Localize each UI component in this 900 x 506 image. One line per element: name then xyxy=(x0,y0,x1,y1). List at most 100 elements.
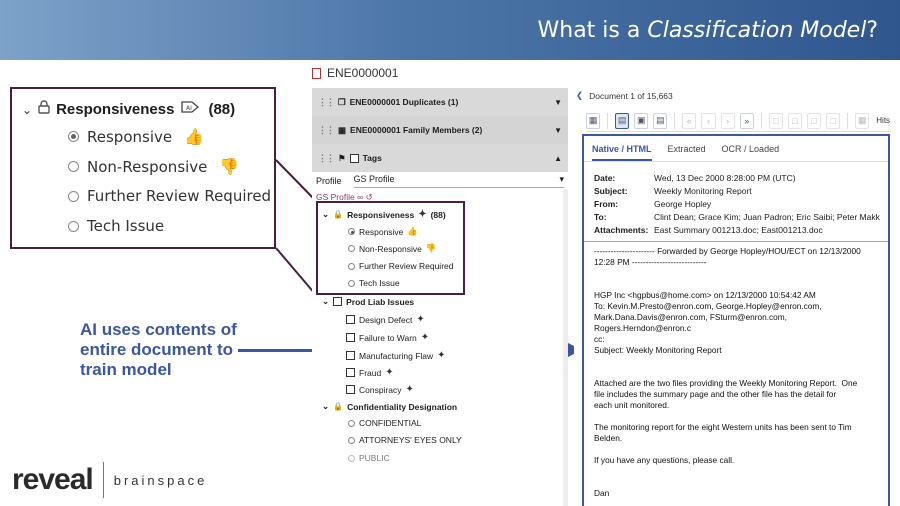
page-icon[interactable]: □ xyxy=(787,112,802,129)
radio-responsive[interactable] xyxy=(68,131,79,142)
chevron-down-icon[interactable]: ⌄ xyxy=(322,209,329,220)
option-responsive[interactable]: Responsive 👍 xyxy=(68,127,204,146)
prev-page-icon[interactable]: ‹ xyxy=(701,112,716,129)
ai-tag-icon: AI xyxy=(180,99,202,120)
radio-public[interactable] xyxy=(348,454,355,462)
checkbox[interactable] xyxy=(346,315,355,324)
annotation-text: AI uses contents of entire document to t… xyxy=(80,320,237,379)
checkbox[interactable] xyxy=(346,333,355,342)
view-tabs: Native / HTML Extracted OCR / Loaded xyxy=(584,136,888,162)
tab-extracted[interactable]: Extracted xyxy=(668,144,706,161)
reveal-brainspace-logo: reveal brainspace xyxy=(12,462,207,498)
duplicates-section[interactable]: ⋮⋮ ❐ ENE0000001 Duplicates (1) ▼ xyxy=(312,88,568,116)
logo-brainspace: brainspace xyxy=(113,472,208,488)
svg-text:AI: AI xyxy=(186,105,192,112)
option-label: CONFIDENTIAL xyxy=(359,418,422,428)
tags-section[interactable]: ⋮⋮ ⚑ Tags ▲ xyxy=(312,144,568,172)
grid-icon[interactable]: ▦ xyxy=(855,112,870,129)
resp-option-tech-issue[interactable]: Tech Issue xyxy=(348,278,400,288)
radio-aeo[interactable] xyxy=(348,436,355,444)
meta-key: To: xyxy=(594,212,607,222)
checkbox[interactable] xyxy=(346,368,355,377)
text-view-icon[interactable]: ▤ xyxy=(653,112,668,129)
confidentiality-field[interactable]: ⌄ 🔒 Confidentiality Designation xyxy=(322,401,457,412)
caret-up-icon[interactable]: ▲ xyxy=(554,154,562,163)
prod-liab-field[interactable]: ⌄ Prod Liab Issues xyxy=(322,296,414,307)
logo-divider xyxy=(102,462,104,498)
ai-tag-icon: ✦ xyxy=(416,314,425,325)
checkbox[interactable] xyxy=(346,351,355,360)
chevron-down-icon[interactable]: ⌄ xyxy=(322,296,329,307)
page-icon[interactable]: □ xyxy=(806,112,822,129)
divider xyxy=(847,112,849,129)
image-view-icon[interactable]: ▣ xyxy=(634,112,649,129)
profile-label: Profile xyxy=(316,176,342,186)
option-label: Non-Responsive xyxy=(359,243,422,254)
caret-down-icon[interactable]: ▼ xyxy=(554,126,562,135)
next-page-icon[interactable]: › xyxy=(720,112,735,129)
chevron-down-icon[interactable]: ⌄ xyxy=(322,401,329,412)
responsiveness-label: Responsiveness xyxy=(347,209,415,220)
scrollbar[interactable] xyxy=(563,190,568,506)
ai-tag-icon: ✦ xyxy=(437,350,446,361)
option-further-review[interactable]: Further Review Required xyxy=(68,187,271,205)
meta-key: From: xyxy=(594,199,619,209)
responsiveness-count: (88) xyxy=(430,209,446,220)
tab-native-html[interactable]: Native / HTML xyxy=(592,144,652,161)
native-view-icon[interactable]: ▤ xyxy=(615,112,630,129)
radio-confidential[interactable] xyxy=(348,419,355,427)
conf-option-public[interactable]: PUBLIC xyxy=(348,453,390,463)
conf-option-confidential[interactable]: CONFIDENTIAL xyxy=(348,418,421,428)
radio-tech-issue[interactable] xyxy=(68,220,79,232)
page-icon[interactable]: □ xyxy=(768,112,783,129)
tab-ocr-loaded[interactable]: OCR / Loaded xyxy=(722,144,780,161)
prod-item-failure-to-warn[interactable]: Failure to Warn ✦ xyxy=(346,332,429,343)
radio-non-responsive[interactable] xyxy=(68,161,79,172)
radio-responsive[interactable] xyxy=(348,228,355,235)
drag-handle-icon[interactable]: ⋮⋮ xyxy=(318,153,335,164)
page-icon[interactable]: □ xyxy=(826,112,841,129)
caret-down-icon[interactable]: ▼ xyxy=(554,98,562,107)
meta-value: Clint Dean; Grace Kim; Juan Padron; Eric… xyxy=(654,212,880,222)
profile-selector[interactable]: Profile GS Profile ▾ xyxy=(316,174,564,188)
resp-option-non-responsive[interactable]: Non-Responsive 👎 xyxy=(348,243,436,254)
prod-item-conspiracy[interactable]: Conspiracy ✦ xyxy=(346,384,414,395)
prod-item-manufacturing-flaw[interactable]: Manufacturing Flaw ✦ xyxy=(346,350,446,361)
conf-option-aeo[interactable]: ATTORNEYS' EYES ONLY xyxy=(348,435,462,445)
ai-tag-icon: ✦ xyxy=(405,384,414,395)
option-label: ATTORNEYS' EYES ONLY xyxy=(359,435,462,445)
resp-option-further-review[interactable]: Further Review Required xyxy=(348,261,453,271)
tag-icon: ⚑ xyxy=(338,152,346,163)
logo-reveal: reveal xyxy=(12,463,94,496)
email-metadata: Date: Wed, 13 Dec 2000 8:28:00 PM (UTC) S… xyxy=(584,162,888,237)
item-label: Failure to Warn xyxy=(359,332,417,343)
tags-checkbox[interactable] xyxy=(349,153,359,163)
confidentiality-label: Confidentiality Designation xyxy=(347,401,458,412)
family-section[interactable]: ⋮⋮ ▦ ENE0000001 Family Members (2) ▼ xyxy=(312,116,568,144)
profile-dropdown[interactable]: GS Profile ▾ xyxy=(353,174,564,188)
prod-liab-checkbox[interactable] xyxy=(333,297,343,306)
drag-handle-icon[interactable]: ⋮⋮ xyxy=(318,125,335,136)
last-page-icon[interactable]: » xyxy=(739,112,754,129)
radio-non-responsive[interactable] xyxy=(348,245,355,252)
radio-further-review[interactable] xyxy=(348,262,355,270)
checkbox[interactable] xyxy=(346,385,355,394)
radio-further-review[interactable] xyxy=(68,190,79,202)
prod-item-design-defect[interactable]: Design Defect ✦ xyxy=(346,314,425,325)
family-label: ENE0000001 Family Members (2) xyxy=(350,125,483,135)
drag-handle-icon[interactable]: ⋮⋮ xyxy=(318,97,335,108)
option-non-responsive[interactable]: Non-Responsive 👎 xyxy=(68,157,239,176)
responsiveness-field[interactable]: ⌄ 🔒 Responsiveness ✦ (88) xyxy=(322,209,446,220)
resp-option-responsive[interactable]: Responsive 👍 xyxy=(348,226,418,237)
chevron-left-icon[interactable]: ❮ xyxy=(576,90,583,101)
meta-value: Wed, 13 Dec 2000 8:28:00 PM (UTC) xyxy=(654,173,796,183)
chevron-down-icon[interactable]: ⌄ xyxy=(22,103,32,117)
option-tech-issue[interactable]: Tech Issue xyxy=(68,217,164,235)
first-page-icon[interactable]: « xyxy=(682,112,697,129)
thumbs-down-icon: 👎 xyxy=(425,243,437,253)
hits-label[interactable]: Hits xyxy=(876,116,890,125)
save-icon[interactable]: ▦ xyxy=(586,112,601,129)
radio-tech-issue[interactable] xyxy=(348,279,355,287)
lock-icon: 🔒 xyxy=(333,210,344,219)
prod-item-fraud[interactable]: Fraud ✦ xyxy=(346,367,394,378)
